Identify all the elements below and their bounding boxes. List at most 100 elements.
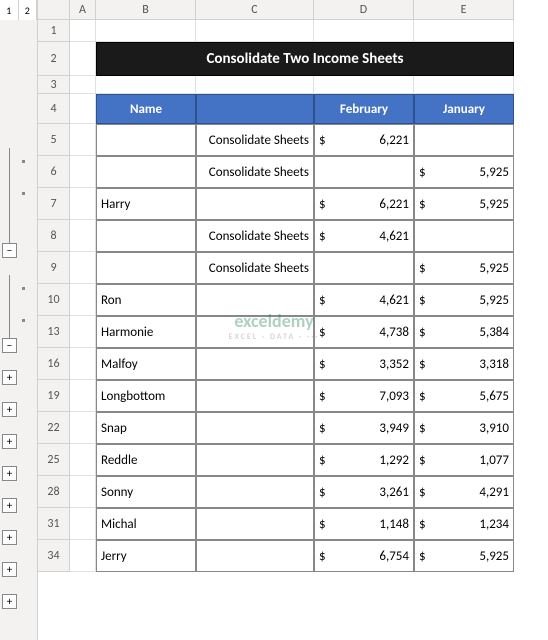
name-cell[interactable] xyxy=(96,252,196,284)
blank-cell[interactable] xyxy=(70,188,96,220)
blank-data-cell[interactable] xyxy=(196,476,314,508)
outline-expand-button[interactable]: + xyxy=(2,562,17,577)
outline-collapse-button[interactable]: − xyxy=(2,243,17,258)
column-header[interactable]: C xyxy=(196,0,314,20)
row-header[interactable]: 28 xyxy=(38,476,70,508)
money-cell[interactable]: $3,910 xyxy=(414,412,514,444)
blank-cell[interactable] xyxy=(70,540,96,572)
blank-cell[interactable] xyxy=(196,76,314,94)
outline-expand-button[interactable]: + xyxy=(2,370,17,385)
row-header[interactable]: 25 xyxy=(38,444,70,476)
blank-data-cell[interactable] xyxy=(196,380,314,412)
consolidate-cell[interactable]: Consolidate Sheets xyxy=(196,156,314,188)
blank-data-cell[interactable] xyxy=(196,284,314,316)
money-cell[interactable]: $3,352 xyxy=(314,348,414,380)
outline-expand-button[interactable]: + xyxy=(2,530,17,545)
money-cell[interactable] xyxy=(414,220,514,252)
row-header[interactable]: 34 xyxy=(38,540,70,572)
row-header[interactable]: 4 xyxy=(38,94,70,124)
row-header[interactable]: 8 xyxy=(38,220,70,252)
name-cell[interactable]: Jerry xyxy=(96,540,196,572)
column-header[interactable]: A xyxy=(70,0,96,20)
blank-cell[interactable] xyxy=(70,380,96,412)
column-header[interactable] xyxy=(38,0,70,20)
money-cell[interactable]: $4,291 xyxy=(414,476,514,508)
blank-cell[interactable] xyxy=(70,284,96,316)
blank-cell[interactable] xyxy=(70,476,96,508)
money-cell[interactable]: $5,675 xyxy=(414,380,514,412)
blank-cell[interactable] xyxy=(70,412,96,444)
outline-level-1[interactable]: 1 xyxy=(0,0,19,20)
blank-cell[interactable] xyxy=(70,94,96,124)
row-header[interactable]: 31 xyxy=(38,508,70,540)
money-cell[interactable]: $4,738 xyxy=(314,316,414,348)
row-header[interactable]: 16 xyxy=(38,348,70,380)
blank-cell[interactable] xyxy=(70,444,96,476)
outline-collapse-button[interactable]: − xyxy=(2,338,17,353)
name-cell[interactable] xyxy=(96,156,196,188)
name-cell[interactable]: Longbottom xyxy=(96,380,196,412)
name-cell[interactable]: Harmonie xyxy=(96,316,196,348)
money-cell[interactable] xyxy=(414,124,514,156)
header-jan[interactable]: January xyxy=(414,94,514,124)
name-cell[interactable]: Reddle xyxy=(96,444,196,476)
blank-cell[interactable] xyxy=(314,20,414,42)
row-header[interactable]: 1 xyxy=(38,20,70,42)
money-cell[interactable]: $4,621 xyxy=(314,220,414,252)
header-name[interactable]: Name xyxy=(96,94,196,124)
blank-data-cell[interactable] xyxy=(196,508,314,540)
blank-cell[interactable] xyxy=(70,220,96,252)
money-cell[interactable]: $6,221 xyxy=(314,124,414,156)
money-cell[interactable]: $3,949 xyxy=(314,412,414,444)
header-feb[interactable]: February xyxy=(314,94,414,124)
row-header[interactable]: 6 xyxy=(38,156,70,188)
consolidate-cell[interactable]: Consolidate Sheets xyxy=(196,124,314,156)
column-header[interactable]: B xyxy=(96,0,196,20)
row-header[interactable]: 9 xyxy=(38,252,70,284)
consolidate-cell[interactable]: Consolidate Sheets xyxy=(196,220,314,252)
blank-data-cell[interactable] xyxy=(196,444,314,476)
blank-cell[interactable] xyxy=(196,20,314,42)
blank-cell[interactable] xyxy=(70,42,96,76)
money-cell[interactable] xyxy=(314,252,414,284)
name-cell[interactable]: Snap xyxy=(96,412,196,444)
consolidate-cell[interactable]: Consolidate Sheets xyxy=(196,252,314,284)
money-cell[interactable]: $3,318 xyxy=(414,348,514,380)
money-cell[interactable]: $4,621 xyxy=(314,284,414,316)
money-cell[interactable]: $5,925 xyxy=(414,188,514,220)
outline-expand-button[interactable]: + xyxy=(2,466,17,481)
name-cell[interactable] xyxy=(96,124,196,156)
money-cell[interactable]: $7,093 xyxy=(314,380,414,412)
blank-cell[interactable] xyxy=(96,76,196,94)
money-cell[interactable]: $3,261 xyxy=(314,476,414,508)
money-cell[interactable]: $5,925 xyxy=(414,252,514,284)
blank-cell[interactable] xyxy=(70,316,96,348)
blank-cell[interactable] xyxy=(70,124,96,156)
name-cell[interactable]: Harry xyxy=(96,188,196,220)
outline-expand-button[interactable]: + xyxy=(2,594,17,609)
outline-expand-button[interactable]: + xyxy=(2,402,17,417)
row-header[interactable]: 5 xyxy=(38,124,70,156)
row-header[interactable]: 22 xyxy=(38,412,70,444)
name-cell[interactable] xyxy=(96,220,196,252)
money-cell[interactable]: $6,754 xyxy=(314,540,414,572)
blank-cell[interactable] xyxy=(70,20,96,42)
row-header[interactable]: 7 xyxy=(38,188,70,220)
blank-cell[interactable] xyxy=(414,20,514,42)
row-header[interactable]: 13 xyxy=(38,316,70,348)
blank-cell[interactable] xyxy=(96,20,196,42)
money-cell[interactable]: $1,077 xyxy=(414,444,514,476)
blank-cell[interactable] xyxy=(70,156,96,188)
row-header[interactable]: 10 xyxy=(38,284,70,316)
row-header[interactable]: 2 xyxy=(38,42,70,76)
row-header[interactable]: 3 xyxy=(38,76,70,94)
name-cell[interactable]: Ron xyxy=(96,284,196,316)
money-cell[interactable]: $1,292 xyxy=(314,444,414,476)
blank-data-cell[interactable] xyxy=(196,412,314,444)
name-cell[interactable]: Michal xyxy=(96,508,196,540)
money-cell[interactable]: $5,384 xyxy=(414,316,514,348)
money-cell[interactable]: $5,925 xyxy=(414,540,514,572)
money-cell[interactable]: $6,221 xyxy=(314,188,414,220)
blank-data-cell[interactable] xyxy=(196,316,314,348)
header-blank[interactable] xyxy=(196,94,314,124)
